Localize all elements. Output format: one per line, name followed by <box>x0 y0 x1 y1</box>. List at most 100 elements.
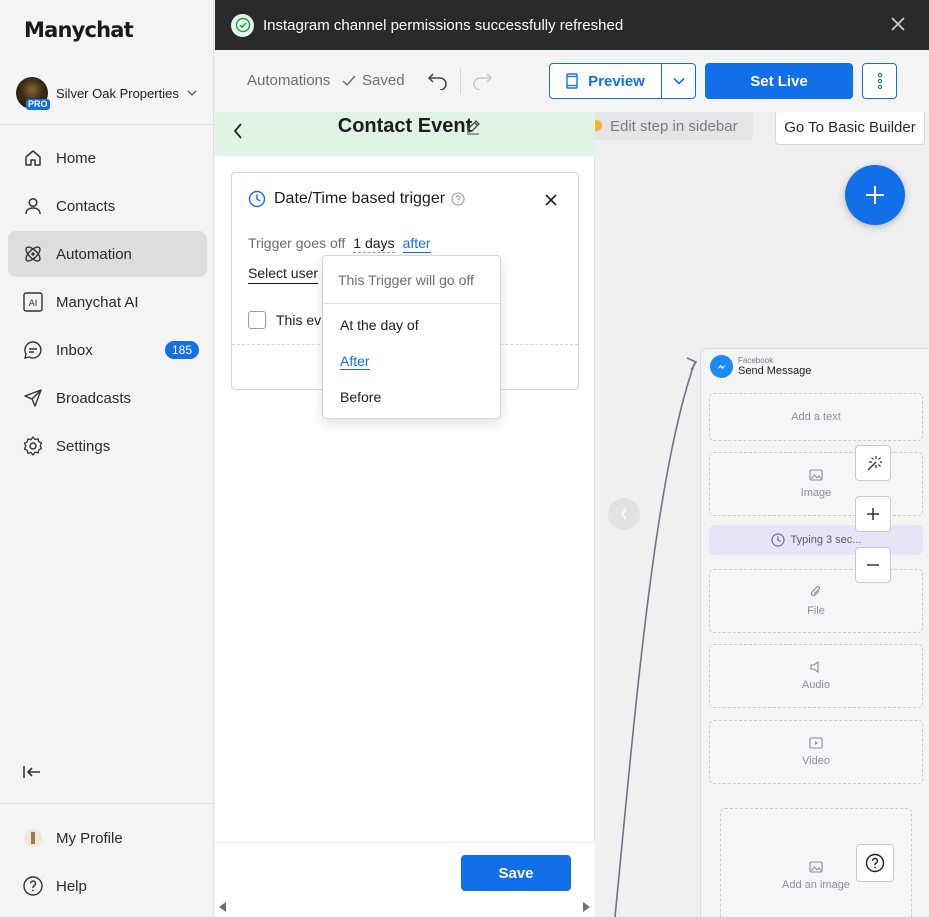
panel-title: Contact Event <box>337 115 473 137</box>
sidebar-item-label: Automation <box>56 245 132 263</box>
speaker-icon <box>809 660 823 676</box>
slot-label: Audio <box>801 679 831 691</box>
select-user-field[interactable]: Select user <box>248 265 319 284</box>
collapse-sidebar-icon[interactable] <box>22 762 42 787</box>
node-header: Facebook Send Message <box>710 355 811 378</box>
save-status-label: Saved <box>362 72 405 89</box>
clock-icon <box>770 533 785 547</box>
slot-label: Add an image <box>782 879 850 891</box>
set-live-button[interactable]: Set Live <box>705 63 853 99</box>
chat-icon <box>22 339 44 361</box>
menu-item-after[interactable]: After <box>340 353 370 370</box>
slot-label: Image <box>800 487 832 499</box>
audio-slot[interactable]: Audio <box>709 644 923 708</box>
sidebar-divider <box>0 803 214 804</box>
sidebar-item-contacts[interactable]: Contacts <box>8 183 207 229</box>
magic-wand-button[interactable] <box>855 445 891 481</box>
close-icon[interactable] <box>544 193 558 212</box>
trigger-title: Date/Time based trigger <box>248 190 465 208</box>
automation-toolbar: Automations Saved Preview Set Live <box>215 50 929 112</box>
gear-icon <box>22 435 44 457</box>
preview-dropdown-button[interactable] <box>661 63 696 99</box>
trigger-checkbox[interactable] <box>248 311 266 329</box>
node-title: Send Message <box>738 365 812 377</box>
menu-item-at-the-day-of[interactable]: At the day of <box>340 317 419 333</box>
sidebar-divider <box>0 124 214 125</box>
node-channel-label: Facebook <box>738 356 774 365</box>
save-button[interactable]: Save <box>461 855 571 891</box>
timing-select[interactable]: after <box>402 235 431 253</box>
dropdown-header: This Trigger will go off <box>338 272 474 288</box>
basic-builder-button[interactable]: Go To Basic Builder <box>775 112 925 145</box>
add-text-slot[interactable]: Add a text <box>709 393 923 441</box>
more-options-button[interactable] <box>862 63 897 99</box>
sidebar-item-broadcasts[interactable]: Broadcasts <box>8 375 207 421</box>
send-message-node[interactable]: Facebook Send Message Add a text Image T… <box>700 348 929 917</box>
add-step-button[interactable] <box>845 165 905 225</box>
days-value-input[interactable]: 1 days <box>353 235 395 253</box>
sidebar-item-settings[interactable]: Settings <box>8 423 207 469</box>
sidebar-item-inbox[interactable]: Inbox 185 <box>8 327 207 373</box>
sidebar-item-my-profile[interactable]: My Profile <box>8 815 207 861</box>
pro-badge: PRO <box>26 99 50 110</box>
menu-item-before[interactable]: Before <box>340 389 381 405</box>
account-avatar: PRO <box>16 77 50 110</box>
more-vertical-icon <box>877 72 883 90</box>
dropdown-divider <box>323 303 500 304</box>
timing-dropdown-menu: This Trigger will go off At the day of A… <box>322 255 501 419</box>
ai-icon: AI <box>22 291 44 313</box>
account-switcher[interactable]: PRO Silver Oak Properties <box>16 76 206 110</box>
sidebar-item-manychat-ai[interactable]: AI Manychat AI <box>8 279 207 325</box>
minus-icon <box>865 557 881 573</box>
chevron-left-icon <box>620 508 628 520</box>
help-icon <box>22 875 44 897</box>
redo-icon[interactable] <box>471 70 493 95</box>
goes-off-label: Trigger goes off <box>248 235 346 251</box>
video-icon <box>809 737 823 752</box>
checkbox-label: This ev <box>276 312 322 328</box>
zoom-out-button[interactable] <box>855 547 891 583</box>
sidebar-item-help[interactable]: Help <box>8 863 207 909</box>
chevron-down-icon <box>672 77 685 85</box>
canvas-scroll-left-button[interactable] <box>608 498 640 530</box>
toolbar-separator <box>460 68 461 94</box>
info-icon[interactable] <box>451 192 465 206</box>
sidebar-item-label: Settings <box>56 437 111 455</box>
preview-button[interactable]: Preview <box>549 63 662 99</box>
avatar <box>22 827 44 849</box>
plus-icon <box>865 506 881 522</box>
video-slot[interactable]: Video <box>709 720 923 784</box>
sidebar-item-automation[interactable]: Automation <box>8 231 207 277</box>
zoom-in-button[interactable] <box>855 496 891 532</box>
panel-footer: Save <box>215 842 595 917</box>
help-icon <box>865 853 885 873</box>
checkmark-icon <box>342 75 356 87</box>
breadcrumb-automations[interactable]: Automations <box>247 72 330 89</box>
chevron-down-icon <box>187 88 197 99</box>
flow-canvas[interactable]: Edit step in sidebar Go To Basic Builder… <box>595 112 929 917</box>
pencil-icon[interactable] <box>465 119 481 140</box>
typing-label: Typing 3 sec... <box>790 534 862 546</box>
sidebar-item-label: Inbox <box>56 341 93 359</box>
device-icon <box>566 73 578 89</box>
image-icon <box>809 861 823 876</box>
undo-icon[interactable] <box>427 70 449 95</box>
send-icon <box>22 387 44 409</box>
sidebar-item-label: Broadcasts <box>56 389 132 407</box>
slot-label: Video <box>802 755 830 767</box>
inbox-count-badge: 185 <box>164 341 199 359</box>
scroll-left-arrow[interactable] <box>219 902 226 912</box>
manychat-logo[interactable]: Manychat <box>24 18 134 42</box>
messenger-icon <box>710 355 733 378</box>
image-icon <box>809 469 823 484</box>
trigger-timing-row: Trigger goes off 1 days after <box>248 235 431 253</box>
scroll-right-arrow[interactable] <box>583 902 590 912</box>
help-button[interactable] <box>856 844 894 882</box>
sidebar: Manychat PRO Silver Oak Properties Home … <box>0 0 214 917</box>
clock-icon <box>248 190 266 208</box>
sidebar-item-label: Help <box>56 877 87 895</box>
sidebar-item-home[interactable]: Home <box>8 135 207 181</box>
close-icon[interactable] <box>889 15 907 38</box>
panel-header: Contact Event <box>215 112 595 156</box>
save-status: Saved <box>342 72 405 89</box>
